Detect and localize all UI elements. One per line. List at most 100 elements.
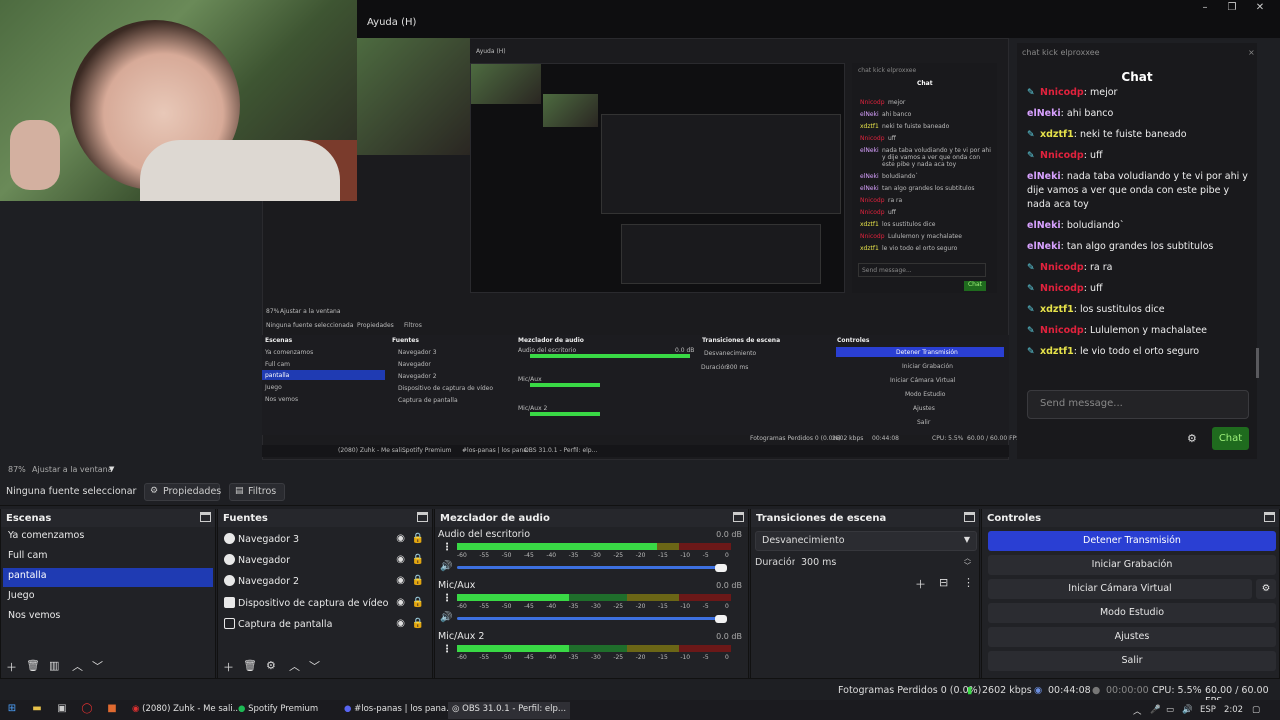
stop-stream-button[interactable]: Detener Transmisión	[988, 531, 1276, 551]
chevron-down-icon[interactable]: ▼	[109, 465, 114, 473]
source-item[interactable]: Dispositivo de captura de vídeo ◉ 🔒	[224, 597, 429, 615]
calendar-icon[interactable]: ▣	[55, 703, 69, 717]
app-icon[interactable]: ■	[105, 703, 119, 717]
scene-item[interactable]: Ya comenzamos	[3, 528, 213, 547]
clock[interactable]: 2:02	[1224, 705, 1243, 715]
volume-slider[interactable]	[457, 617, 725, 620]
eye-icon[interactable]: ◉	[396, 618, 405, 629]
virtual-camera-settings-gear-icon[interactable]: ⚙	[1256, 579, 1276, 599]
delete-transition-icon[interactable]: ⊟	[939, 576, 948, 589]
chat-settings-gear-icon[interactable]: ⚙	[1187, 432, 1199, 445]
undock-icon[interactable]	[1264, 512, 1275, 522]
filter-icon: ▤	[235, 486, 244, 496]
volume-slider-handle[interactable]	[715, 564, 727, 572]
chat-username[interactable]: Nnicodp	[1040, 150, 1084, 161]
chat-send-button[interactable]: Chat	[1212, 427, 1249, 450]
fit-to-window[interactable]: Ajustar a la ventana	[32, 465, 113, 474]
language-indicator[interactable]: ESP	[1200, 705, 1216, 715]
chat-username[interactable]: xdztf1	[1040, 304, 1074, 315]
volume-slider-handle[interactable]	[715, 615, 727, 623]
gear-icon[interactable]: ⚙	[266, 659, 276, 672]
undock-icon[interactable]	[733, 512, 744, 522]
taskbar-item-spotify[interactable]: ● Spotify Premium	[234, 702, 322, 719]
up-arrow-icon[interactable]: ︿	[72, 658, 83, 674]
chat-username[interactable]: xdztf1	[1040, 129, 1074, 140]
source-item[interactable]: Navegador 3 ◉ 🔒	[224, 533, 429, 551]
add-icon[interactable]: ＋	[915, 576, 926, 592]
taskbar-item-browser[interactable]: ◉ (2080) Zuhk - Me sali...	[128, 702, 245, 719]
studio-mode-button[interactable]: Modo Estudio	[988, 603, 1276, 623]
settings-button[interactable]: Ajustes	[988, 627, 1276, 647]
notification-icon[interactable]: ▢	[1252, 705, 1260, 715]
more-options-icon[interactable]: ⋮	[442, 593, 452, 604]
tray-chevron-icon[interactable]: ︿	[1133, 705, 1142, 717]
duration-spinbox[interactable]: 300 ms ︿ ﹀	[795, 554, 977, 574]
undock-icon[interactable]	[200, 512, 211, 522]
undock-icon[interactable]	[417, 512, 428, 522]
chat-username[interactable]: Nnicodp	[1040, 325, 1084, 336]
scene-item[interactable]: Juego	[3, 588, 213, 607]
chat-username[interactable]: elNeki	[1027, 220, 1061, 231]
lock-icon[interactable]: 🔒	[412, 597, 424, 608]
undock-icon[interactable]	[964, 512, 975, 522]
minimize-button[interactable]: –	[1198, 2, 1212, 14]
chat-scrollbar[interactable]	[1256, 348, 1259, 378]
transition-select[interactable]: Desvanecimiento ▼	[755, 531, 977, 551]
trash-icon[interactable]: 🗑	[243, 659, 257, 672]
chat-username[interactable]: Nnicodp	[1040, 283, 1084, 294]
eye-icon[interactable]: ◉	[396, 554, 405, 565]
volume-icon[interactable]: 🔊	[1182, 705, 1193, 715]
opera-icon[interactable]: ◯	[80, 703, 94, 717]
program-preview[interactable]: Ayuda (H) chat kick elproxxee Chat Nnico…	[262, 38, 1020, 460]
taskbar-item-obs[interactable]: ◎ OBS 31.0.1 - Perfil: elp...	[448, 702, 571, 719]
filter-icon[interactable]: ▥	[49, 659, 59, 672]
file-explorer-icon[interactable]: ▬	[30, 703, 44, 717]
chat-dock-close-icon[interactable]: ×	[1248, 48, 1255, 57]
lock-icon[interactable]: 🔒	[412, 575, 424, 586]
scene-item-selected[interactable]: pantalla	[3, 568, 213, 587]
microphone-icon[interactable]: 🎤	[1150, 705, 1161, 715]
down-arrow-icon[interactable]: ﹀	[92, 658, 103, 674]
more-options-icon[interactable]: ⋮	[442, 644, 452, 655]
lock-icon[interactable]: 🔒	[412, 618, 424, 629]
lock-icon[interactable]: 🔒	[412, 533, 424, 544]
chat-username[interactable]: Nnicodp	[1040, 87, 1084, 98]
close-button[interactable]: ✕	[1253, 2, 1267, 14]
maximize-button[interactable]: ❐	[1225, 2, 1239, 14]
scene-item[interactable]: Full cam	[3, 548, 213, 567]
eye-icon[interactable]: ◉	[396, 597, 405, 608]
down-arrow-icon[interactable]: ﹀	[309, 658, 320, 674]
speaker-icon[interactable]: 🔊	[440, 561, 452, 572]
eye-icon[interactable]: ◉	[396, 575, 405, 586]
chat-username[interactable]: Nnicodp	[1040, 262, 1084, 273]
chat-send-input[interactable]: Send message...	[1027, 390, 1249, 419]
windows-start-icon[interactable]: ⊞	[5, 703, 19, 717]
chat-username[interactable]: elNeki	[1027, 241, 1061, 252]
up-arrow-icon[interactable]: ︿	[289, 658, 300, 674]
trash-icon[interactable]: 🗑	[26, 659, 40, 672]
source-item[interactable]: Navegador 2 ◉ 🔒	[224, 575, 429, 593]
exit-button[interactable]: Salir	[988, 651, 1276, 671]
network-icon[interactable]: ▭	[1166, 705, 1174, 715]
speaker-icon[interactable]: 🔊	[440, 612, 452, 623]
source-item[interactable]: Captura de pantalla ◉ 🔒	[224, 618, 429, 636]
chat-username[interactable]: elNeki	[1027, 108, 1061, 119]
chat-username[interactable]: elNeki	[1027, 171, 1061, 182]
lock-icon[interactable]: 🔒	[412, 554, 424, 565]
add-icon[interactable]: ＋	[6, 659, 17, 675]
start-virtual-camera-button[interactable]: Iniciar Cámara Virtual	[988, 579, 1252, 599]
volume-slider[interactable]	[457, 566, 725, 569]
more-options-icon[interactable]: ⋮	[442, 542, 452, 553]
taskbar-item-discord[interactable]: ● #los-panas | los pana...	[340, 702, 458, 719]
add-icon[interactable]: ＋	[223, 659, 234, 675]
eye-icon[interactable]: ◉	[396, 533, 405, 544]
source-item[interactable]: Navegador ◉ 🔒	[224, 554, 429, 572]
menu-help[interactable]: Ayuda (H)	[367, 17, 416, 28]
filters-button[interactable]: ▤ Filtros	[229, 483, 285, 501]
scene-item[interactable]: Nos vemos	[3, 608, 213, 627]
more-options-icon[interactable]: ⋮	[963, 576, 974, 589]
spin-arrows-icon[interactable]: ︿ ﹀	[964, 554, 971, 570]
start-recording-button[interactable]: Iniciar Grabación	[988, 555, 1276, 575]
chat-username[interactable]: xdztf1	[1040, 346, 1074, 357]
properties-button[interactable]: ⚙ Propiedades	[144, 483, 221, 501]
